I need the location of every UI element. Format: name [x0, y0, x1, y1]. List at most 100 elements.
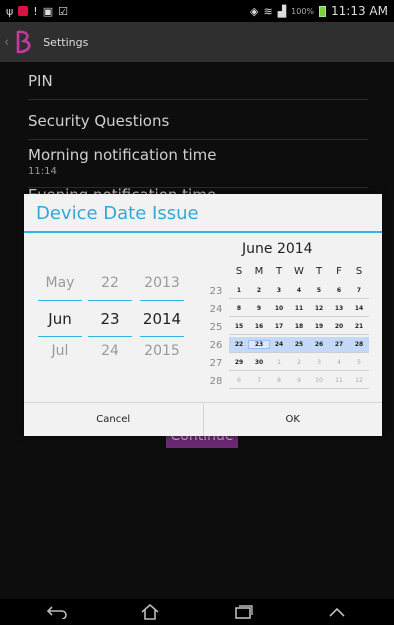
calendar-day[interactable]: 5 [309, 287, 329, 294]
calendar-day[interactable]: 1 [269, 359, 289, 366]
calendar-day[interactable]: 29 [229, 359, 249, 366]
calendar-day[interactable]: 8 [269, 377, 289, 384]
month-divider-top [38, 300, 82, 301]
year-next[interactable]: 2015 [140, 341, 184, 361]
day-current[interactable]: 23 [88, 309, 132, 329]
month-next[interactable]: Jul [38, 341, 82, 361]
week-number: 28 [209, 375, 223, 387]
month-prev[interactable]: May [38, 273, 82, 293]
calendar-day[interactable]: 12 [349, 377, 369, 384]
calendar-day[interactable]: 9 [289, 377, 309, 384]
year-prev[interactable]: 2013 [140, 273, 184, 293]
day-divider-bottom [88, 336, 132, 337]
calendar-week-row: 23 1 2 3 4 5 6 7 [203, 282, 369, 300]
calendar-day[interactable]: 2 [249, 287, 269, 294]
app-logo-icon[interactable] [11, 28, 35, 56]
calendar-day[interactable]: 12 [309, 305, 329, 312]
calendar-day[interactable]: 26 [309, 341, 329, 348]
weekday-label: M [254, 266, 264, 277]
calendar-week-row: 26 22 23 24 25 26 27 28 [203, 336, 369, 354]
nfc-icon: ◈ [250, 4, 259, 18]
calendar-day[interactable]: 17 [269, 323, 289, 330]
weekday-label: W [294, 266, 304, 277]
week-number: 27 [209, 357, 223, 369]
calendar-day[interactable]: 9 [249, 305, 269, 312]
week-days: 8 9 10 11 12 13 14 [229, 301, 369, 317]
calendar-day[interactable]: 22 [229, 341, 249, 348]
day-picker[interactable]: 22 23 24 [88, 273, 132, 361]
calendar-day[interactable]: 3 [309, 359, 329, 366]
calendar-day[interactable]: 3 [269, 287, 289, 294]
week-days: 6 7 8 9 10 11 12 [229, 373, 369, 389]
calendar-day[interactable]: 11 [289, 305, 309, 312]
calendar-check-icon: ☑ [58, 4, 68, 18]
status-left-icons: ψ ! ▣ ☑ [6, 5, 68, 18]
battery-icon [319, 5, 327, 17]
calendar-day[interactable]: 7 [249, 377, 269, 384]
calendar-day[interactable]: 14 [349, 305, 369, 312]
calendar-month-title: June 2014 [242, 241, 313, 257]
home-icon[interactable] [130, 602, 170, 622]
calendar-day[interactable]: 2 [289, 359, 309, 366]
calendar-day[interactable]: 7 [349, 287, 369, 294]
calendar-day[interactable]: 20 [329, 323, 349, 330]
action-bar[interactable]: ‹ Settings [0, 22, 394, 62]
calendar-day[interactable]: 6 [229, 377, 249, 384]
calendar-day[interactable]: 11 [329, 377, 349, 384]
calendar-day[interactable]: 10 [269, 305, 289, 312]
date-dialog: Device Date Issue May Jun Jul 22 23 24 2… [24, 194, 382, 436]
ok-button[interactable]: OK [202, 403, 383, 436]
calendar-day[interactable]: 10 [309, 377, 329, 384]
dialog-button-bar: Cancel OK [24, 402, 382, 436]
back-icon[interactable] [37, 602, 77, 622]
month-current[interactable]: Jun [38, 309, 82, 329]
calendar-day[interactable]: 4 [329, 359, 349, 366]
calendar-day[interactable]: 16 [249, 323, 269, 330]
calendar-day[interactable]: 24 [269, 341, 289, 348]
calendar-day[interactable]: 25 [289, 341, 309, 348]
calendar-day[interactable]: 1 [229, 287, 249, 294]
page-title: Settings [43, 35, 89, 49]
dialog-title-divider [24, 231, 382, 233]
dialog-title: Device Date Issue [36, 203, 199, 224]
pref-pin[interactable]: PIN [28, 72, 368, 100]
calendar-day[interactable]: 5 [349, 359, 369, 366]
calendar-day[interactable]: 21 [349, 323, 369, 330]
up-caret-icon[interactable]: ‹ [4, 35, 9, 50]
calendar-day[interactable]: 23 [248, 340, 270, 349]
day-divider-top [88, 300, 132, 301]
photo-icon: ▣ [42, 4, 54, 18]
calendar-day[interactable]: 4 [289, 287, 309, 294]
calendar-day[interactable]: 15 [229, 323, 249, 330]
wifi-icon: ≋ [263, 4, 273, 18]
week-days: 1234567 [229, 283, 369, 299]
cancel-button[interactable]: Cancel [24, 403, 203, 436]
menu-up-icon[interactable] [317, 602, 357, 622]
day-prev[interactable]: 22 [88, 273, 132, 293]
calendar-week-row: 27 29 30 1 2 3 4 5 [203, 354, 369, 372]
signal-icon: ▟ [277, 4, 287, 18]
year-divider-bottom [140, 336, 184, 337]
pref-morning-value: 11:14 [28, 166, 57, 177]
recents-icon[interactable] [224, 602, 264, 622]
year-current[interactable]: 2014 [140, 309, 184, 329]
weekday-label: S [235, 266, 243, 277]
calendar-day[interactable]: 13 [329, 305, 349, 312]
calendar-day[interactable]: 30 [249, 359, 269, 366]
calendar-day[interactable]: 8 [229, 305, 249, 312]
battery-percent: 100% [291, 6, 315, 16]
calendar-day[interactable]: 18 [289, 323, 309, 330]
status-right-icons: ◈ ≋ ▟ 100% 11:13 AM [250, 4, 388, 18]
day-next[interactable]: 24 [88, 341, 132, 361]
year-picker[interactable]: 2013 2014 2015 [140, 273, 184, 361]
pref-morning-notification[interactable]: Morning notification time 11:14 [28, 146, 368, 188]
month-picker[interactable]: May Jun Jul [38, 273, 82, 361]
calendar-week-row: 28 6 7 8 9 10 11 12 [203, 372, 369, 390]
calendar-day[interactable]: 6 [329, 287, 349, 294]
calendar-day[interactable]: 19 [309, 323, 329, 330]
week-number: 26 [209, 339, 223, 351]
status-time: 11:13 AM [331, 4, 388, 18]
calendar-day[interactable]: 28 [349, 341, 369, 348]
pref-security-questions[interactable]: Security Questions [28, 112, 368, 140]
calendar-day[interactable]: 27 [329, 341, 349, 348]
